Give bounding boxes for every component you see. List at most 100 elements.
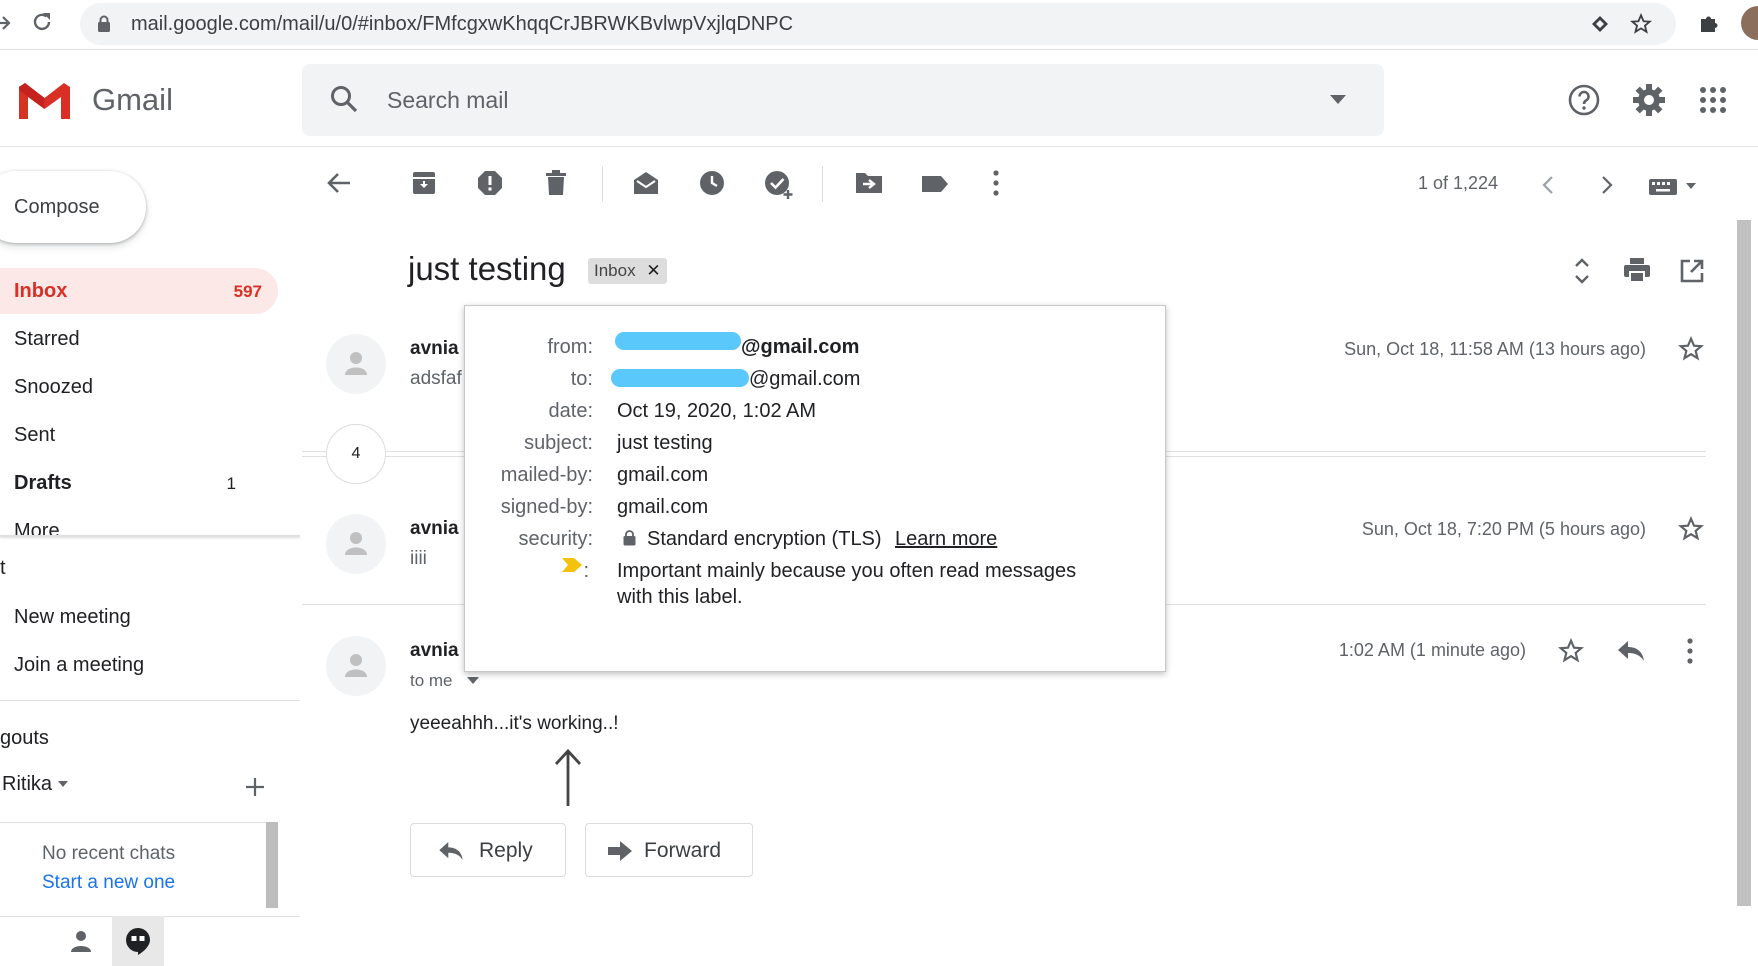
message-date[interactable]: Sun, Oct 18, 7:20 PM (5 hours ago) [1362, 519, 1646, 540]
message-date[interactable]: Sun, Oct 18, 11:58 AM (13 hours ago) [1344, 339, 1646, 360]
lock-icon [623, 530, 636, 546]
delete-trash-icon[interactable] [544, 170, 568, 196]
sender-avatar[interactable] [326, 514, 386, 574]
archive-icon[interactable] [411, 170, 437, 196]
compose-button[interactable]: Compose [0, 171, 146, 243]
new-meeting-link[interactable]: New meeting [14, 606, 131, 629]
browser-toolbar: mail.google.com/mail/u/0/#inbox/FMfcgxwK… [0, 0, 1758, 50]
address-bar[interactable]: mail.google.com/mail/u/0/#inbox/FMfcgxwK… [80, 3, 1676, 45]
header-divider [0, 146, 1758, 147]
forward-icon[interactable] [0, 12, 14, 34]
person-icon [345, 352, 367, 375]
star-icon[interactable] [1678, 516, 1704, 542]
person-icon [345, 654, 367, 677]
reply-icon[interactable] [1618, 641, 1644, 661]
show-details-chevron-icon[interactable] [467, 677, 479, 685]
message-date[interactable]: 1:02 AM (1 minute ago) [1339, 640, 1526, 661]
sidebar-item-more[interactable]: More [0, 508, 278, 536]
print-icon[interactable] [1624, 258, 1650, 282]
drafts-count: 1 [226, 474, 236, 493]
reload-icon[interactable] [30, 10, 54, 34]
profile-avatar[interactable] [1741, 6, 1758, 40]
recipient-summary[interactable]: to me [410, 671, 453, 691]
extensions-puzzle-icon[interactable] [1697, 12, 1721, 36]
help-icon[interactable] [1567, 83, 1601, 117]
more-vert-icon[interactable] [1686, 638, 1694, 664]
chevron-down-icon[interactable] [58, 781, 68, 787]
app-title[interactable]: Gmail [92, 82, 173, 118]
hangouts-user[interactable]: Ritika [2, 773, 52, 796]
sidebar-item-inbox[interactable]: Inbox 597 [0, 268, 278, 314]
remove-label-icon[interactable]: ✕ [646, 261, 660, 280]
inbox-label-chip[interactable]: Inbox ✕ [588, 258, 667, 284]
reply-button[interactable]: Reply [410, 823, 566, 877]
message-sender[interactable]: avnia [410, 640, 459, 662]
toolbar-separator [602, 166, 603, 202]
forward-label: Forward [644, 839, 722, 862]
search-icon[interactable] [329, 84, 359, 114]
sidebar-divider [0, 535, 300, 537]
expand-all-icon[interactable] [1574, 257, 1590, 285]
url-text: mail.google.com/mail/u/0/#inbox/FMfcgxwK… [131, 13, 794, 35]
label-tag-icon[interactable] [921, 174, 949, 194]
message-snippet[interactable]: iiii [410, 548, 427, 570]
extension-diamond-icon[interactable] [1590, 14, 1610, 34]
message-sender[interactable]: avnia [410, 338, 459, 360]
settings-gear-icon[interactable] [1632, 83, 1666, 117]
main-scrollbar[interactable] [1737, 220, 1751, 906]
signed-by-key: signed-by: [500, 496, 593, 518]
report-spam-icon[interactable] [477, 170, 503, 196]
hangouts-section-title: gouts [0, 727, 49, 749]
add-to-tasks-icon[interactable] [764, 170, 794, 200]
mailed-by-key: mailed-by: [500, 464, 593, 486]
message-sender[interactable]: avnia [410, 518, 459, 540]
snooze-clock-icon[interactable] [699, 170, 725, 196]
move-to-icon[interactable] [855, 170, 883, 194]
back-arrow-icon[interactable] [326, 170, 352, 196]
sender-avatar[interactable] [326, 636, 386, 696]
search-input[interactable]: Search mail [387, 87, 508, 114]
sidebar-item-starred[interactable]: Starred [0, 316, 278, 362]
to-value[interactable]: @gmail.com [749, 368, 860, 391]
chat-divider [0, 822, 278, 823]
bookmark-star-icon[interactable] [1630, 13, 1652, 35]
join-meeting-link[interactable]: Join a meeting [14, 654, 144, 677]
from-value[interactable]: @gmail.com [741, 336, 859, 359]
sidebar-item-sent[interactable]: Sent [0, 412, 278, 458]
subject-key: subject: [524, 432, 593, 454]
search-options-icon[interactable] [1330, 95, 1346, 105]
compose-label: Compose [14, 196, 100, 218]
star-icon[interactable] [1678, 336, 1704, 362]
contacts-icon[interactable] [70, 929, 92, 953]
add-chat-icon[interactable] [244, 776, 266, 798]
pagination-text: 1 of 1,224 [1418, 173, 1499, 193]
forward-button[interactable]: Forward [585, 823, 753, 877]
gmail-logo-icon[interactable] [17, 81, 72, 121]
input-tools-keyboard-icon[interactable] [1648, 176, 1700, 196]
sidebar-item-snoozed[interactable]: Snoozed [0, 364, 278, 410]
newer-chevron-icon[interactable] [1542, 175, 1554, 195]
importance-line-1: Important mainly because you often read … [617, 560, 1077, 582]
star-icon[interactable] [1558, 638, 1584, 664]
from-key: from: [547, 336, 593, 358]
security-key: security: [518, 528, 593, 550]
more-vert-icon[interactable] [992, 170, 1000, 196]
collapsed-messages-count[interactable]: 4 [326, 424, 386, 484]
learn-more-link[interactable]: Learn more [895, 528, 997, 551]
chat-scrollbar[interactable] [266, 822, 278, 908]
apps-grid-icon[interactable] [1700, 87, 1726, 113]
sidebar-item-drafts[interactable]: Drafts 1 [0, 460, 278, 506]
message-details-popup: from: @gmail.com to: @gmail.com date: Oc… [464, 305, 1166, 672]
open-new-window-icon[interactable] [1680, 259, 1704, 283]
older-chevron-icon[interactable] [1601, 175, 1613, 195]
signed-by-value: gmail.com [617, 496, 709, 518]
start-chat-link[interactable]: Start a new one [42, 872, 175, 894]
mark-unread-icon[interactable] [632, 170, 660, 196]
sender-avatar[interactable] [326, 334, 386, 394]
search-bar[interactable]: Search mail [302, 64, 1384, 136]
hangouts-tab[interactable] [112, 916, 164, 966]
message-body: yeeeahhh...it's working..! [410, 713, 619, 734]
hangouts-icon [126, 928, 150, 955]
message-snippet[interactable]: adsfaf [410, 368, 462, 390]
sidebar-item-label: Inbox [14, 280, 68, 302]
